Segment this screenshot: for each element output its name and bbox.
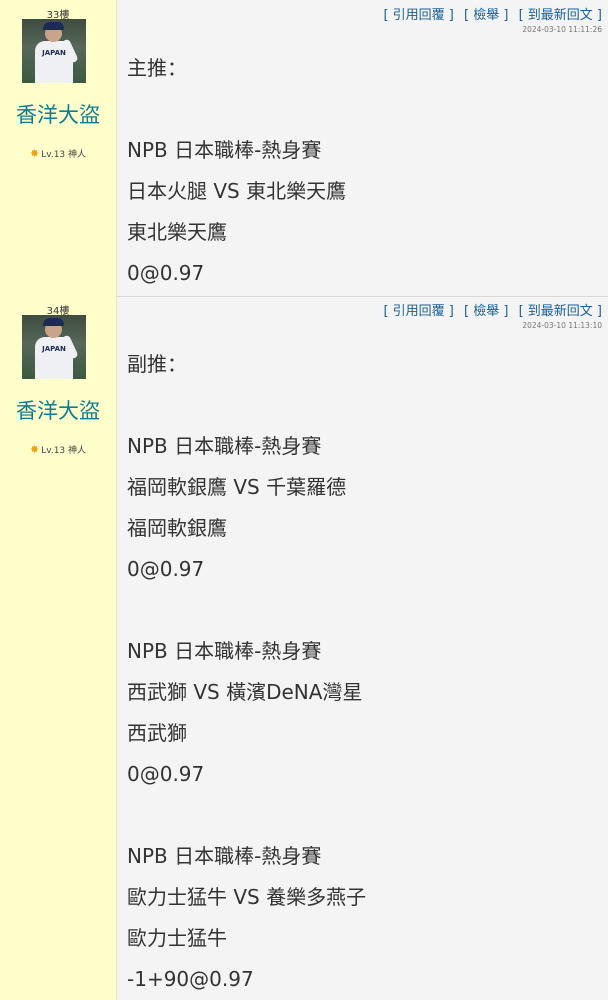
post-line: 東北樂天鷹 xyxy=(127,220,227,244)
post-body: 副推： NPB 日本職棒-熱身賽 福岡軟銀鷹 VS 千葉羅德 福岡軟銀鷹 0@0… xyxy=(127,344,366,1000)
post-line: NPB 日本職棒-熱身賽 xyxy=(127,639,322,663)
post-line: 日本火腿 VS 東北樂天鷹 xyxy=(127,179,347,203)
post-actions: [ 引用回覆 ] [ 檢舉 ] [ 到最新回文 ] xyxy=(377,300,602,319)
post-34: 34樓 JAPAN 香洋大盜 ✸ Lv.13 神人 [ 引用回覆 ] [ 檢舉 ]… xyxy=(0,296,608,1000)
author-panel: 33樓 JAPAN 香洋大盜 ✸ Lv.13 神人 xyxy=(0,0,117,296)
report-link[interactable]: [ 檢舉 ] xyxy=(464,304,508,319)
post-line: 福岡軟銀鷹 xyxy=(127,516,227,540)
post-line: 歐力士猛牛 VS 養樂多燕子 xyxy=(127,885,367,909)
post-line: 西武獅 VS 橫濱DeNA灣星 xyxy=(127,680,363,704)
post-timestamp: 2024-03-10 11:11:26 xyxy=(522,25,602,34)
post-line: NPB 日本職棒-熱身賽 xyxy=(127,844,322,868)
post-actions: [ 引用回覆 ] [ 檢舉 ] [ 到最新回文 ] xyxy=(377,4,602,23)
level-label: Lv.13 神人 xyxy=(41,446,87,456)
level-star-icon: ✸ xyxy=(29,443,40,456)
username[interactable]: 香洋大盜 xyxy=(0,99,116,129)
post-timestamp: 2024-03-10 11:13:10 xyxy=(522,321,602,330)
post-line: 0@0.97 xyxy=(127,762,205,786)
post-line: 福岡軟銀鷹 VS 千葉羅德 xyxy=(127,475,347,499)
level-label: Lv.13 神人 xyxy=(41,150,87,160)
post-line: 主推： xyxy=(127,56,187,80)
level-star-icon: ✸ xyxy=(29,147,40,160)
post-line: 歐力士猛牛 xyxy=(127,926,227,950)
latest-reply-link[interactable]: [ 到最新回文 ] xyxy=(519,8,602,23)
post-line: -1+90@0.97 xyxy=(127,967,254,991)
post-line: 0@0.97 xyxy=(127,557,205,581)
post-line: 副推： xyxy=(127,352,187,376)
quote-reply-link[interactable]: [ 引用回覆 ] xyxy=(383,8,453,23)
user-level: ✸ Lv.13 神人 xyxy=(0,443,116,456)
avatar[interactable]: JAPAN xyxy=(22,315,86,379)
username[interactable]: 香洋大盜 xyxy=(0,395,116,425)
post-line xyxy=(127,795,366,836)
quote-reply-link[interactable]: [ 引用回覆 ] xyxy=(383,304,453,319)
avatar[interactable]: JAPAN xyxy=(22,19,86,83)
post-line xyxy=(127,89,346,130)
author-panel: 34樓 JAPAN 香洋大盜 ✸ Lv.13 神人 xyxy=(0,296,117,1000)
report-link[interactable]: [ 檢舉 ] xyxy=(464,8,508,23)
post-body: 主推： NPB 日本職棒-熱身賽 日本火腿 VS 東北樂天鷹 東北樂天鷹 0@0… xyxy=(127,48,346,294)
avatar-jersey-text: JAPAN xyxy=(42,49,66,57)
post-line xyxy=(127,385,366,426)
avatar-jersey-text: JAPAN xyxy=(42,345,66,353)
latest-reply-link[interactable]: [ 到最新回文 ] xyxy=(519,304,602,319)
user-level: ✸ Lv.13 神人 xyxy=(0,147,116,160)
post-line xyxy=(127,590,366,631)
post-33: 33樓 JAPAN 香洋大盜 ✸ Lv.13 神人 [ 引用回覆 ] [ 檢舉 ]… xyxy=(0,0,608,296)
post-line: 西武獅 xyxy=(127,721,187,745)
post-line: NPB 日本職棒-熱身賽 xyxy=(127,138,322,162)
post-line: NPB 日本職棒-熱身賽 xyxy=(127,434,322,458)
post-line: 0@0.97 xyxy=(127,261,205,285)
